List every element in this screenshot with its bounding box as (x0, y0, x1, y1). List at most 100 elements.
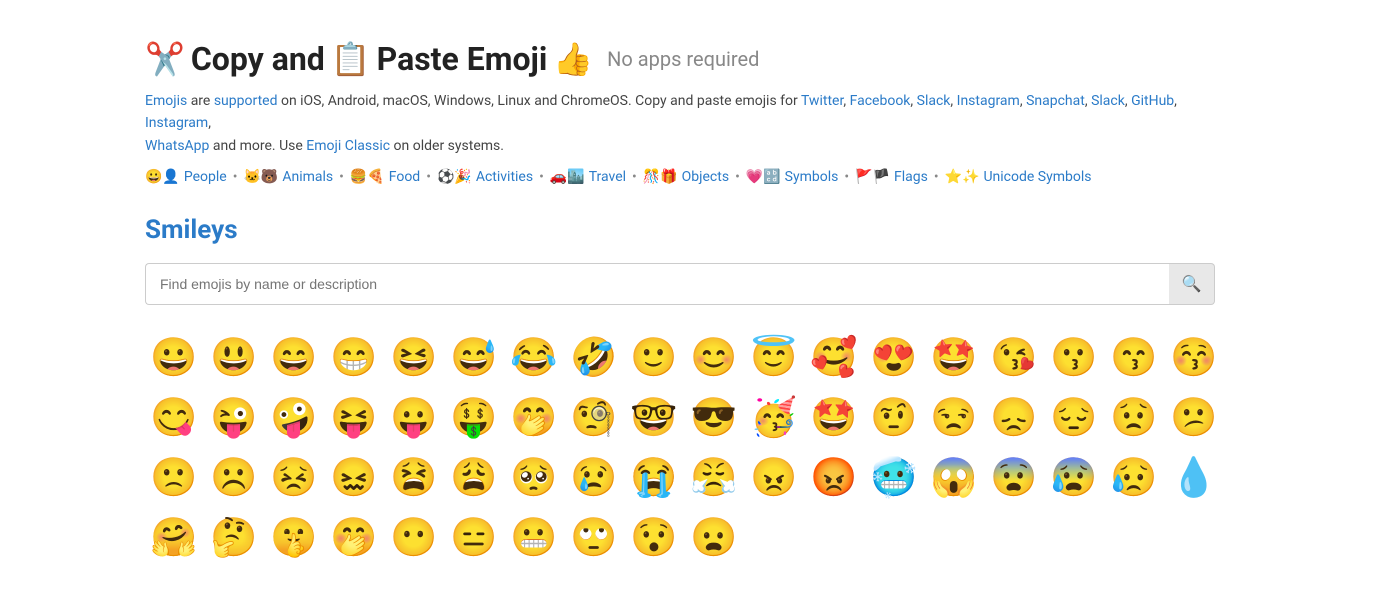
flags-nav-icons: 🚩🏴 (855, 169, 890, 185)
animals-nav-icons: 🐱🐻 (243, 169, 278, 185)
emoji-item[interactable]: 🧐 (565, 389, 623, 447)
emoji-item[interactable]: 😊 (685, 329, 743, 387)
description-text: Emojis are supported on iOS, Android, ma… (145, 90, 1234, 157)
emoji-item[interactable]: 😍 (865, 329, 923, 387)
emoji-item[interactable]: 😢 (565, 449, 623, 507)
whatsapp-link[interactable]: WhatsApp (145, 138, 209, 154)
emoji-item[interactable]: 😃 (205, 329, 263, 387)
no-apps-label: No apps required (607, 47, 759, 71)
nav-people[interactable]: People (184, 169, 227, 185)
nav-activities[interactable]: Activities (476, 169, 533, 185)
nav-travel[interactable]: Travel (589, 169, 626, 185)
emoji-item[interactable]: 😚 (1165, 329, 1223, 387)
slack2-link[interactable]: Slack (1091, 93, 1125, 109)
emoji-item[interactable]: 😁 (325, 329, 383, 387)
emoji-item[interactable]: 😡 (805, 449, 863, 507)
emoji-item[interactable]: 🤓 (625, 389, 683, 447)
emoji-item[interactable]: 😂 (505, 329, 563, 387)
emoji-item[interactable]: 🤨 (865, 389, 923, 447)
category-nav: 😀👤 People • 🐱🐻 Animals • 🍔🍕 Food • ⚽🎉 Ac… (145, 169, 1234, 185)
emoji-item[interactable]: 😝 (325, 389, 383, 447)
emoji-item[interactable]: 😒 (925, 389, 983, 447)
nav-objects[interactable]: Objects (682, 169, 729, 185)
emoji-item[interactable]: 😙 (1105, 329, 1163, 387)
emoji-item[interactable]: 🙂 (625, 329, 683, 387)
emoji-item[interactable]: 😱 (925, 449, 983, 507)
emoji-item[interactable]: 😣 (265, 449, 323, 507)
emoji-item[interactable]: ☹️ (205, 449, 263, 507)
snapchat-link[interactable]: Snapchat (1026, 93, 1085, 109)
instagram2-link[interactable]: Instagram (145, 115, 208, 131)
emoji-item[interactable]: 🤭 (325, 509, 383, 567)
page-header: ✂️ Copy and 📋 Paste Emoji 👍 No apps requ… (145, 40, 1234, 78)
emoji-item[interactable]: 🤪 (265, 389, 323, 447)
emoji-item[interactable]: 🥺 (505, 449, 563, 507)
emoji-item[interactable]: 🙄 (565, 509, 623, 567)
github-link[interactable]: GitHub (1131, 93, 1174, 109)
emoji-item[interactable]: 🤫 (265, 509, 323, 567)
emoji-item[interactable]: 😦 (685, 509, 743, 567)
emoji-item[interactable]: 😇 (745, 329, 803, 387)
instagram-link[interactable]: Instagram (957, 93, 1020, 109)
emoji-item[interactable]: 😰 (1045, 449, 1103, 507)
emoji-item[interactable]: 😨 (985, 449, 1043, 507)
emoji-item[interactable]: 😠 (745, 449, 803, 507)
emoji-item[interactable]: 😘 (985, 329, 1043, 387)
emoji-item[interactable]: 😔 (1045, 389, 1103, 447)
travel-nav-icons: 🚗🏙️ (550, 169, 585, 185)
supported-link[interactable]: supported (214, 93, 278, 109)
slack-link[interactable]: Slack (917, 93, 951, 109)
emoji-item[interactable]: 😀 (145, 329, 203, 387)
emoji-item[interactable]: 🤔 (205, 509, 263, 567)
emoji-item[interactable]: 😋 (145, 389, 203, 447)
emoji-item[interactable]: 🙁 (145, 449, 203, 507)
emoji-item[interactable]: 😑 (445, 509, 503, 567)
emoji-item[interactable]: 😎 (685, 389, 743, 447)
emoji-item[interactable]: 😖 (325, 449, 383, 507)
emoji-item[interactable]: 😆 (385, 329, 443, 387)
emoji-item[interactable]: 😅 (445, 329, 503, 387)
emoji-item[interactable]: 😜 (205, 389, 263, 447)
emoji-item[interactable]: 🤩 (805, 389, 863, 447)
emoji-item[interactable]: 😩 (445, 449, 503, 507)
search-container: 🔍 (145, 263, 1215, 305)
food-nav-icons: 🍔🍕 (350, 169, 385, 185)
nav-symbols[interactable]: Symbols (785, 169, 839, 185)
emoji-grid: 😀😃😄😁😆😅😂🤣🙂😊😇🥰😍🤩😘😗😙😚😋😜🤪😝😛🤑🤭🧐🤓😎🥳🤩🤨😒😞😔😟😕🙁☹️😣… (145, 329, 1234, 567)
nav-animals[interactable]: Animals (282, 169, 333, 185)
emoji-item[interactable]: 🥳 (745, 389, 803, 447)
emoji-item[interactable]: 😬 (505, 509, 563, 567)
emoji-item[interactable]: 🥶 (865, 449, 923, 507)
search-input[interactable] (145, 263, 1169, 305)
emoji-item[interactable]: 😞 (985, 389, 1043, 447)
search-button[interactable]: 🔍 (1169, 263, 1215, 305)
emoji-item[interactable]: 💧 (1165, 449, 1223, 507)
emoji-item[interactable]: 🤣 (565, 329, 623, 387)
emoji-item[interactable]: 😟 (1105, 389, 1163, 447)
emoji-item[interactable]: 😯 (625, 509, 683, 567)
emoji-classic-link[interactable]: Emoji Classic (306, 138, 390, 154)
emoji-item[interactable]: 😫 (385, 449, 443, 507)
emojis-link[interactable]: Emojis (145, 93, 187, 109)
emoji-item[interactable]: 😭 (625, 449, 683, 507)
emoji-item[interactable]: 😛 (385, 389, 443, 447)
emoji-item[interactable]: 🤩 (925, 329, 983, 387)
emoji-item[interactable]: 🤑 (445, 389, 503, 447)
nav-flags[interactable]: Flags (894, 169, 928, 185)
objects-nav-icons: 🎊🎁 (643, 169, 678, 185)
facebook-link[interactable]: Facebook (850, 93, 911, 109)
emoji-item[interactable]: 😤 (685, 449, 743, 507)
emoji-item[interactable]: 😶 (385, 509, 443, 567)
emoji-item[interactable]: 😄 (265, 329, 323, 387)
scissors-icon: ✂️ (145, 40, 185, 78)
twitter-link[interactable]: Twitter (801, 93, 843, 109)
emoji-item[interactable]: 😕 (1165, 389, 1223, 447)
emoji-item[interactable]: 🥰 (805, 329, 863, 387)
emoji-item[interactable]: 🤭 (505, 389, 563, 447)
main-title: ✂️ Copy and 📋 Paste Emoji 👍 No apps requ… (145, 40, 759, 78)
emoji-item[interactable]: 😗 (1045, 329, 1103, 387)
nav-food[interactable]: Food (389, 169, 420, 185)
emoji-item[interactable]: 🤗 (145, 509, 203, 567)
emoji-item[interactable]: 😥 (1105, 449, 1163, 507)
nav-unicode[interactable]: Unicode Symbols (983, 169, 1091, 185)
